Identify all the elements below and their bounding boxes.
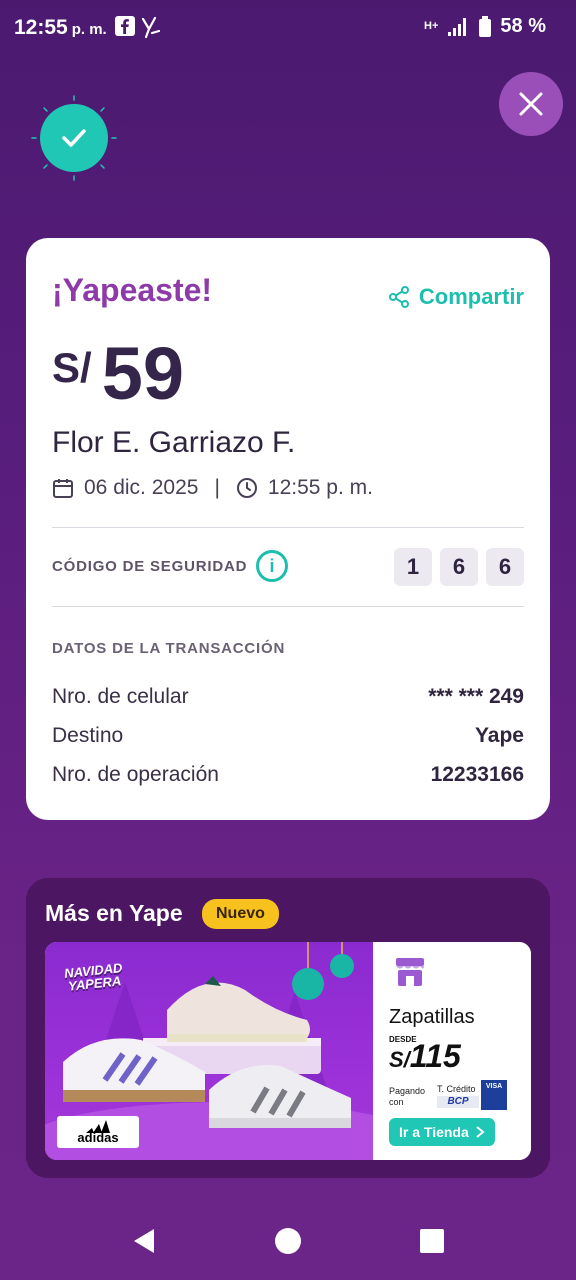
- battery-icon: [479, 15, 492, 37]
- clock-icon: [236, 478, 257, 498]
- share-button[interactable]: Compartir: [387, 284, 524, 310]
- system-navigation-bar: [0, 1200, 576, 1280]
- store-button-label: Ir a Tienda: [399, 1124, 469, 1140]
- row-value: *** *** 249: [428, 685, 524, 708]
- battery-level: 58 %: [500, 15, 546, 37]
- share-label: Compartir: [418, 284, 524, 309]
- amount-currency: S/: [52, 344, 92, 391]
- security-code-digit: 6: [486, 548, 524, 586]
- status-time-ampm: p. m.: [71, 21, 107, 38]
- row-label: Nro. de operación: [52, 763, 219, 786]
- divider: [52, 527, 524, 528]
- transaction-date: 06 dic. 2025: [84, 476, 199, 499]
- close-button[interactable]: [499, 72, 563, 136]
- banner-image: NAVIDAD YAPERA adidas: [45, 942, 373, 1160]
- row-label: Destino: [52, 724, 124, 747]
- price-currency: S/: [389, 1047, 410, 1072]
- share-icon: [388, 286, 409, 308]
- receipt-card: ¡Yapeaste! Compartir S/ 59 Flor E. Garri…: [26, 238, 550, 820]
- transaction-row: Nro. de operación 12233166: [52, 763, 524, 787]
- promo-title: Más en Yape: [45, 900, 183, 926]
- home-icon[interactable]: [274, 1227, 302, 1255]
- datetime-separator: |: [214, 476, 220, 499]
- new-badge: Nuevo: [202, 899, 279, 929]
- check-icon: [40, 104, 108, 172]
- back-icon[interactable]: [130, 1226, 158, 1256]
- row-value: 12233166: [430, 763, 524, 786]
- yape-notification-icon: [140, 15, 162, 39]
- network-type: H+: [424, 20, 439, 32]
- product-price: S/115: [389, 1038, 461, 1075]
- amount: S/ 59: [52, 334, 184, 414]
- security-code: 1 6 6: [394, 548, 524, 586]
- close-icon: [519, 92, 543, 116]
- recents-icon[interactable]: [419, 1228, 445, 1254]
- status-right: H+ 58 %: [424, 15, 546, 38]
- security-code-digit: 6: [440, 548, 478, 586]
- row-label: Nro. de celular: [52, 685, 189, 708]
- row-value: Yape: [474, 724, 524, 747]
- success-indicator: [30, 94, 118, 182]
- more-in-yape-section: Más en Yape Nuevo NAVIDAD YAPERA adidas …: [26, 878, 550, 1178]
- status-time: 12:55 p. m.: [14, 16, 107, 40]
- transaction-time: 12:55 p. m.: [267, 476, 373, 499]
- go-to-store-button[interactable]: Ir a Tienda: [389, 1118, 495, 1146]
- chevron-right-icon: [476, 1126, 485, 1138]
- divider: [52, 606, 524, 607]
- signal-icon: [448, 17, 467, 36]
- transaction-row: Nro. de celular *** *** 249: [52, 685, 524, 709]
- bank-logo: BCP: [437, 1096, 479, 1108]
- receipt-title: ¡Yapeaste!: [52, 272, 213, 308]
- visa-logo: VISA: [481, 1080, 507, 1110]
- banner-info: Zapatillas DESDE S/115 Pagando con T. Cr…: [373, 942, 531, 1160]
- transaction-data-title: DATOS DE LA TRANSACCIÓN: [52, 640, 286, 657]
- security-code-label: CÓDIGO DE SEGURIDAD: [52, 558, 248, 575]
- store-icon: [396, 958, 424, 986]
- payment-label: Pagando con: [389, 1086, 426, 1107]
- transaction-row: Destino Yape: [52, 724, 524, 748]
- status-time-value: 12:55: [14, 16, 68, 39]
- recipient-name: Flor E. Garriazo F.: [52, 426, 296, 459]
- calendar-icon: [53, 479, 73, 498]
- product-name: Zapatillas: [389, 1006, 475, 1028]
- brand-logo: adidas: [57, 1116, 139, 1148]
- info-icon[interactable]: i: [256, 550, 288, 582]
- price-value: 115: [409, 1038, 461, 1074]
- transaction-datetime: 06 dic. 2025 | 12:55 p. m.: [52, 476, 373, 500]
- security-code-digit: 1: [394, 548, 432, 586]
- amount-value: 59: [101, 332, 184, 415]
- adidas-stripes-icon: [86, 1120, 110, 1133]
- facebook-notification-icon: [114, 15, 136, 37]
- promo-banner[interactable]: NAVIDAD YAPERA adidas Zapatillas DESDE S…: [45, 942, 531, 1160]
- status-bar: 12:55 p. m. H+ 58 %: [0, 0, 576, 56]
- credit-card-label: T. Crédito: [437, 1084, 476, 1094]
